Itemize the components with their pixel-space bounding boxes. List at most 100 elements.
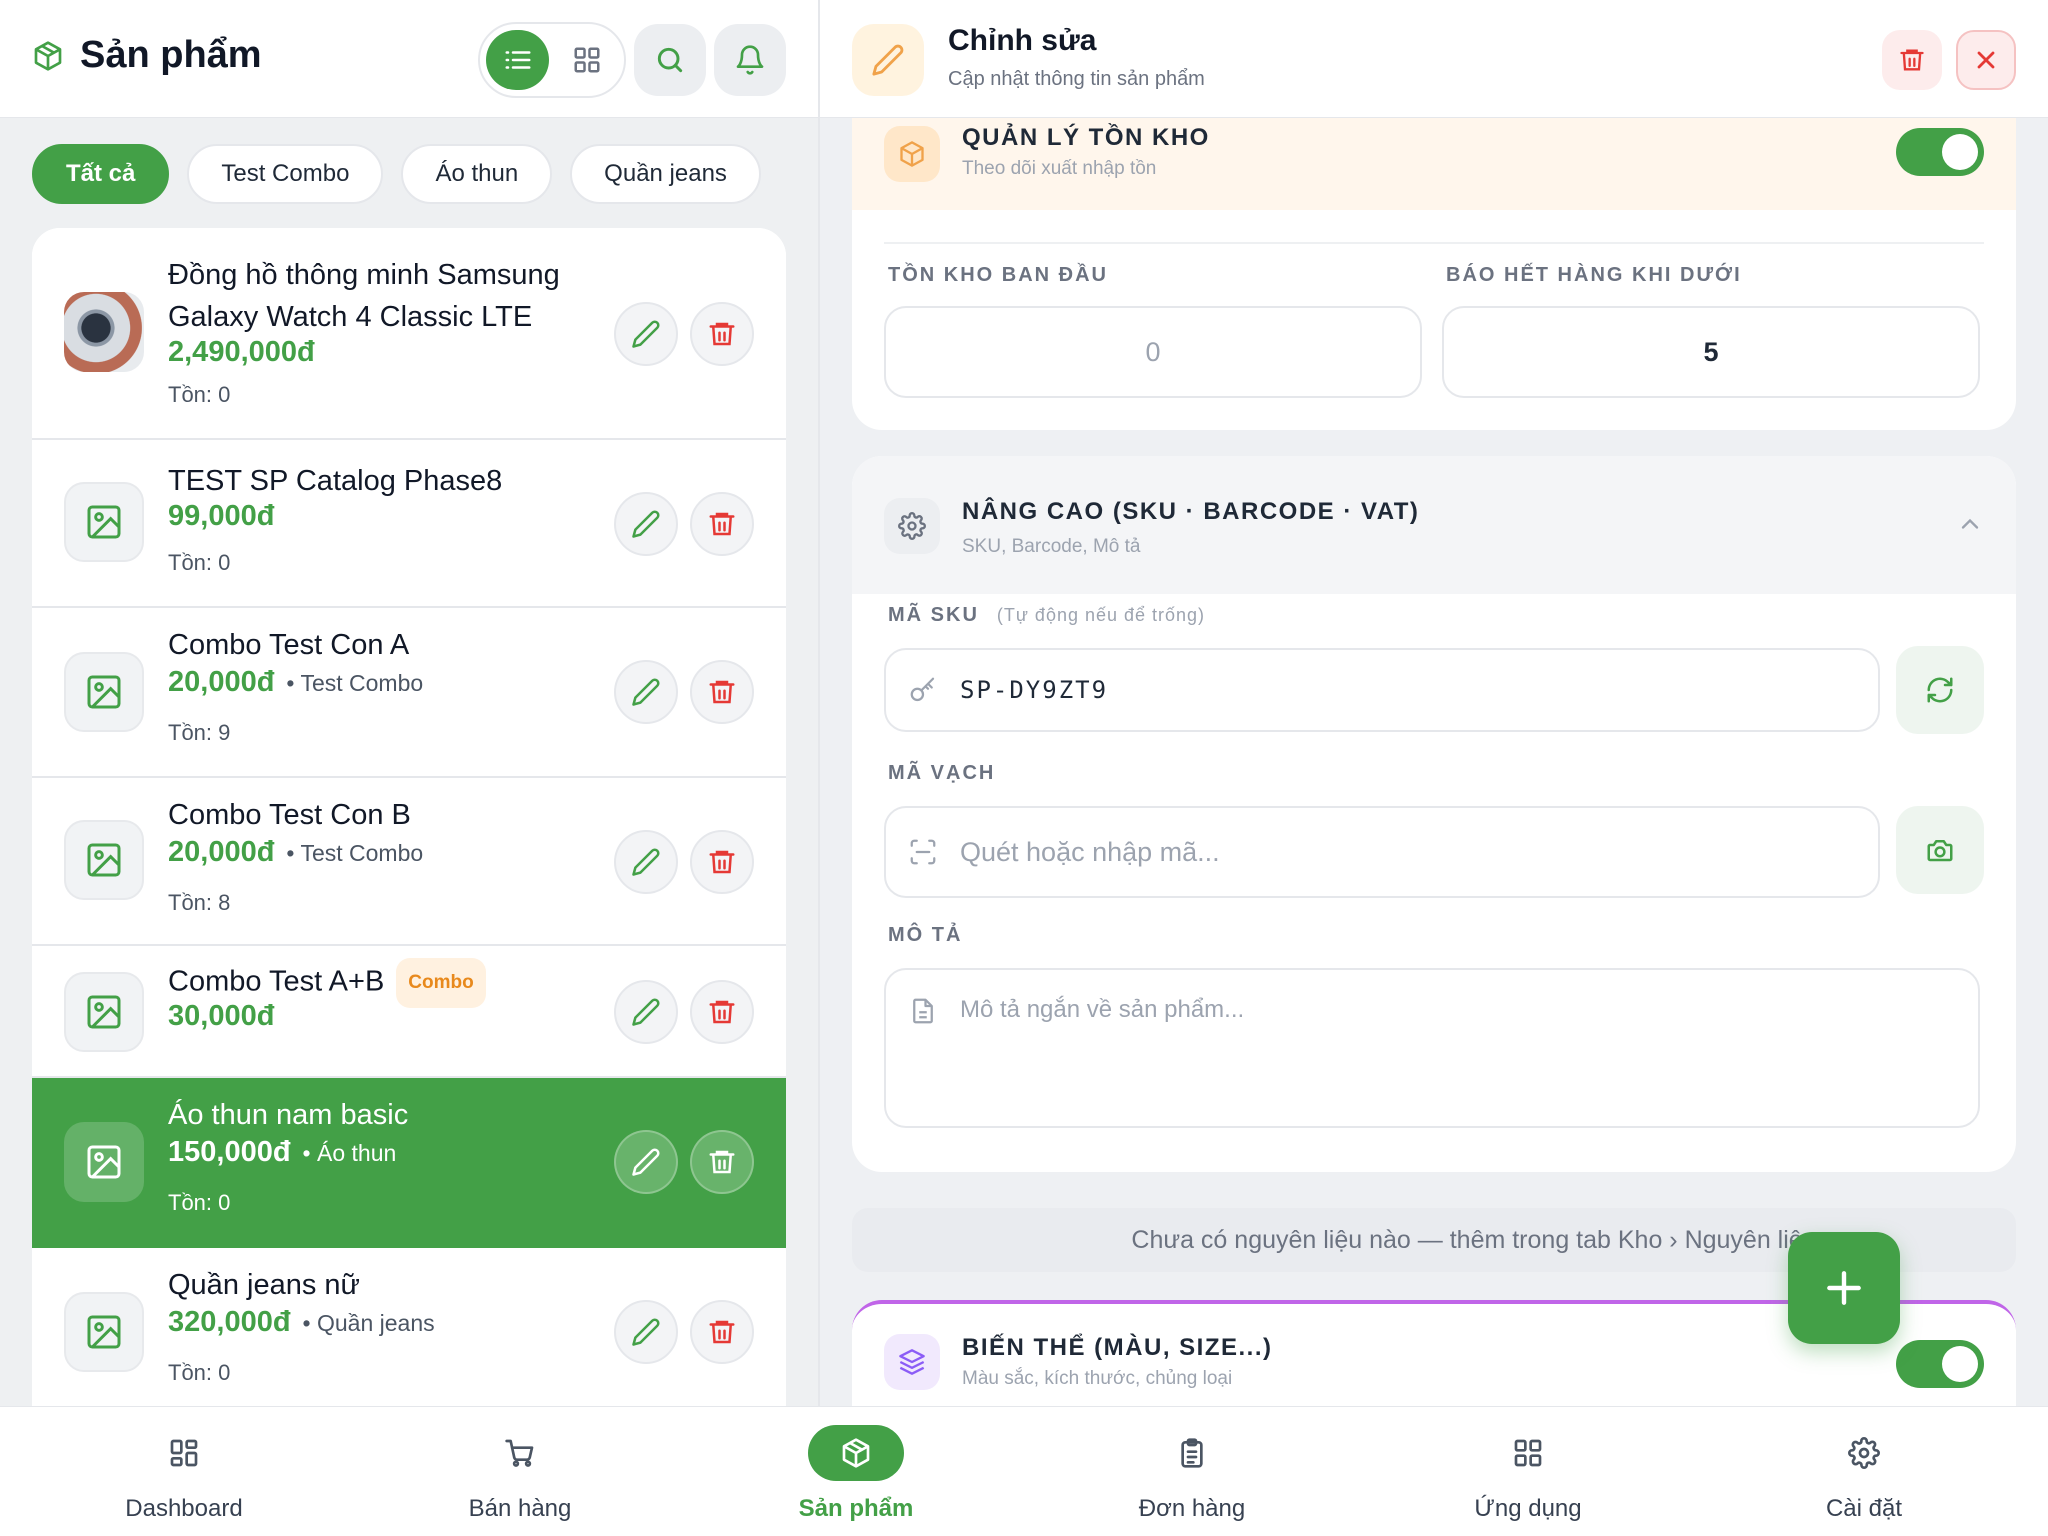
cart-icon	[472, 1425, 568, 1481]
close-button[interactable]	[1956, 30, 2016, 90]
product-stock: Tồn: 0	[168, 550, 231, 575]
edit-title: Chỉnh sửa	[948, 24, 1097, 57]
nav-apps[interactable]: Ứng dụng	[1438, 1425, 1618, 1523]
product-image-placeholder	[64, 652, 144, 732]
product-row[interactable]: TEST SP Catalog Phase8 99,000đ Tồn: 0	[32, 440, 786, 608]
variants-toggle[interactable]	[1896, 1340, 1984, 1388]
trash-icon	[709, 850, 735, 874]
nav-dashboard[interactable]: Dashboard	[94, 1425, 274, 1523]
list-view-button[interactable]	[486, 30, 549, 90]
camera-icon	[1927, 840, 1953, 862]
product-meta: 20,000đ • Test Combo	[168, 836, 423, 869]
delete-button[interactable]	[690, 302, 754, 366]
nav-settings[interactable]: Cài đặt	[1774, 1425, 1954, 1523]
delete-button[interactable]	[690, 830, 754, 894]
edit-button[interactable]	[614, 830, 678, 894]
edit-subtitle: Cập nhật thông tin sản phẩm	[948, 68, 1205, 90]
description-placeholder: Mô tả ngắn về sản phẩm...	[960, 996, 1245, 1023]
description-textarea[interactable]: Mô tả ngắn về sản phẩm...	[884, 968, 1980, 1128]
nav-orders[interactable]: Đơn hàng	[1102, 1425, 1282, 1523]
brand: Sản phẩm	[32, 34, 262, 77]
trash-icon	[1900, 49, 1924, 71]
product-stock: Tồn: 0	[168, 1360, 231, 1385]
product-name: Combo Test Con A	[168, 629, 410, 661]
barcode-placeholder: Quét hoặc nhập mã...	[960, 836, 1220, 867]
product-name: Đồng hồ thông minh Samsung Galaxy Watch …	[168, 259, 560, 333]
edit-button[interactable]	[614, 980, 678, 1044]
image-icon	[87, 1315, 121, 1349]
divider	[884, 242, 1984, 244]
pencil-icon	[632, 1318, 660, 1346]
filter-ao-thun[interactable]: Áo thun	[401, 144, 553, 204]
threshold-input[interactable]: 5	[1442, 306, 1980, 398]
image-icon	[87, 675, 121, 709]
scan-barcode-button[interactable]	[1896, 806, 1984, 894]
delete-button[interactable]	[690, 1300, 754, 1364]
image-icon	[87, 1145, 121, 1179]
chevron-up-icon[interactable]	[1956, 510, 1984, 543]
package-icon	[884, 126, 940, 182]
product-row[interactable]: Đồng hồ thông minh Samsung Galaxy Watch …	[32, 228, 786, 440]
filter-test-combo[interactable]: Test Combo	[187, 144, 384, 204]
box-icon	[32, 40, 64, 72]
product-row[interactable]: Combo Test Con B 20,000đ • Test Combo Tồ…	[32, 778, 786, 946]
trash-icon	[709, 1000, 735, 1024]
inventory-toggle[interactable]	[1896, 128, 1984, 176]
nav-label: Ứng dụng	[1474, 1495, 1582, 1522]
barcode-label: MÃ VẠCH	[888, 762, 996, 784]
product-meta: 20,000đ • Test Combo	[168, 666, 423, 699]
pencil-icon	[852, 24, 924, 96]
description-label: MÔ TẢ	[888, 924, 963, 946]
product-row[interactable]: Quần jeans nữ 320,000đ • Quần jeans Tồn:…	[32, 1248, 786, 1406]
delete-product-button[interactable]	[1882, 30, 1942, 90]
product-row[interactable]: Combo Test A+B Combo 30,000đ	[32, 946, 786, 1078]
sku-label-text: MÃ SKU	[888, 604, 979, 626]
trash-icon	[709, 1150, 735, 1174]
nav-sales[interactable]: Bán hàng	[430, 1425, 610, 1523]
trash-icon	[709, 512, 735, 536]
delete-button[interactable]	[690, 1130, 754, 1194]
search-icon	[657, 47, 683, 73]
delete-button[interactable]	[690, 492, 754, 556]
list-header: Sản phẩm	[0, 0, 818, 118]
image-icon	[87, 505, 121, 539]
nav-label: Cài đặt	[1825, 1495, 1903, 1522]
nav-products[interactable]: Sản phẩm	[766, 1425, 946, 1523]
product-price: 320,000đ	[168, 1306, 291, 1338]
delete-button[interactable]	[690, 980, 754, 1044]
search-button[interactable]	[634, 24, 706, 96]
list-icon	[505, 51, 530, 69]
barcode-input[interactable]: Quét hoặc nhập mã...	[884, 806, 1880, 898]
product-row-selected[interactable]: Áo thun nam basic 150,000đ • Áo thun Tồn…	[32, 1078, 786, 1248]
product-price: 30,000đ	[168, 1000, 275, 1032]
initial-stock-input[interactable]: 0	[884, 306, 1422, 398]
add-product-button[interactable]	[1788, 1232, 1900, 1344]
advanced-title: NÂNG CAO (SKU · BARCODE · VAT)	[962, 498, 1420, 525]
product-row[interactable]: Combo Test Con A 20,000đ • Test Combo Tồ…	[32, 608, 786, 778]
bottom-navigation: Dashboard Bán hàng Sản phẩm Đơn hàng Ứng…	[0, 1406, 2048, 1536]
advanced-header[interactable]: NÂNG CAO (SKU · BARCODE · VAT) SKU, Barc…	[852, 456, 2016, 594]
edit-button[interactable]	[614, 302, 678, 366]
grid-view-button[interactable]	[555, 30, 618, 90]
advanced-card: NÂNG CAO (SKU · BARCODE · VAT) SKU, Barc…	[852, 456, 2016, 1172]
filter-all[interactable]: Tất cả	[32, 144, 170, 204]
filter-quan-jeans[interactable]: Quần jeans	[570, 144, 761, 204]
delete-button[interactable]	[690, 660, 754, 724]
product-name: Áo thun nam basic	[168, 1099, 409, 1131]
edit-button[interactable]	[614, 660, 678, 724]
notifications-button[interactable]	[714, 24, 786, 96]
regenerate-sku-button[interactable]	[1896, 646, 1984, 734]
edit-button[interactable]	[614, 1300, 678, 1364]
product-name: Quần jeans nữ	[168, 1269, 360, 1301]
edit-pane: Chỉnh sửa Cập nhật thông tin sản phẩm QU…	[820, 0, 2048, 1406]
close-icon	[1977, 51, 1995, 69]
product-price: 2,490,000đ	[168, 336, 315, 368]
inventory-title: QUẢN LÝ TỒN KHO	[962, 124, 1210, 151]
product-name: TEST SP Catalog Phase8	[168, 465, 503, 497]
product-category: • Quần jeans	[302, 1310, 435, 1336]
nav-label: Dashboard	[125, 1495, 243, 1522]
sku-input[interactable]: SP-DY9ZT9	[884, 648, 1880, 732]
edit-button[interactable]	[614, 492, 678, 556]
product-image-placeholder	[64, 1122, 144, 1202]
edit-button[interactable]	[614, 1130, 678, 1194]
